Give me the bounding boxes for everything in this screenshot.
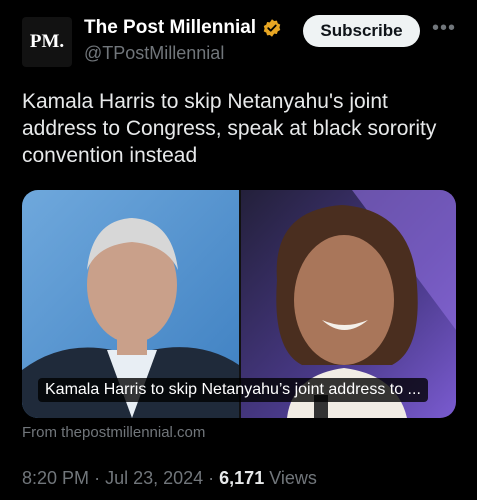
separator: · bbox=[94, 468, 106, 488]
verified-badge-icon[interactable] bbox=[262, 18, 282, 38]
post-time[interactable]: 8:20 PM bbox=[22, 468, 89, 488]
account-name-row: The Post Millennial bbox=[84, 17, 282, 39]
subscribe-button[interactable]: Subscribe bbox=[303, 15, 420, 47]
card-caption: Kamala Harris to skip Netanyahu’s joint … bbox=[38, 378, 428, 402]
avatar[interactable]: PM. bbox=[22, 17, 72, 67]
display-name[interactable]: The Post Millennial bbox=[84, 17, 256, 39]
separator: · bbox=[208, 468, 220, 488]
views-label: Views bbox=[269, 468, 317, 488]
views-count: 6,171 bbox=[219, 468, 265, 488]
post-text: Kamala Harris to skip Netanyahu's joint … bbox=[22, 90, 437, 167]
card-source-link[interactable]: From thepostmillennial.com bbox=[22, 424, 205, 441]
link-card[interactable]: Kamala Harris to skip Netanyahu’s joint … bbox=[22, 190, 456, 418]
post-meta: 8:20 PM · Jul 23, 2024 · 6,171 Views bbox=[22, 468, 317, 489]
post-date[interactable]: Jul 23, 2024 bbox=[105, 468, 203, 488]
handle[interactable]: @TPostMillennial bbox=[84, 43, 224, 64]
more-icon[interactable]: ••• bbox=[432, 18, 456, 38]
